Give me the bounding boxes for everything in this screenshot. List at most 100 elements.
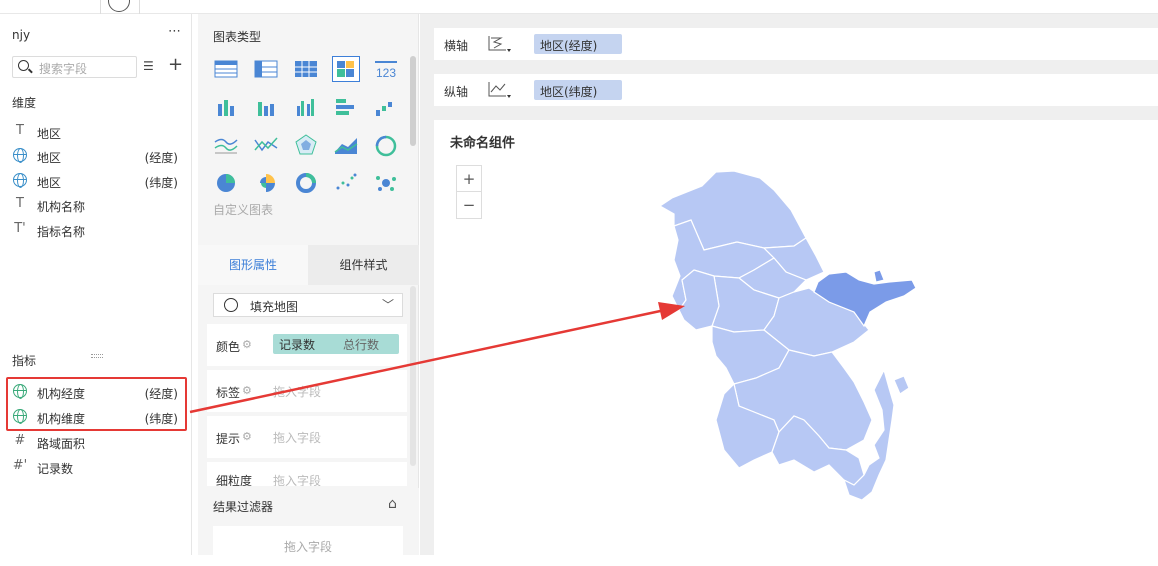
x-axis-label: 横轴: [444, 39, 469, 53]
dimension-field[interactable]: 地区 (纬度): [12, 170, 180, 192]
field-tag: (经度): [144, 151, 178, 165]
dimensions-title: 维度: [12, 96, 37, 110]
search-input[interactable]: 搜索字段: [12, 56, 137, 78]
properties-scrollbar[interactable]: [410, 286, 416, 466]
field-name: 地区: [37, 151, 62, 165]
number-icon: #': [12, 458, 28, 473]
chart-types-title: 图表类型: [213, 30, 262, 44]
field-tag: (纬度): [144, 176, 178, 190]
globe-icon: [13, 173, 27, 188]
tooltip-label: 提示: [216, 432, 241, 446]
granularity-property[interactable]: 细粒度 拖入字段: [207, 462, 407, 486]
pivot-chart-icon[interactable]: [252, 56, 280, 82]
tab-component-style[interactable]: 组件样式: [308, 245, 419, 285]
scatter-chart-icon[interactable]: [332, 170, 360, 196]
search-placeholder: 搜索字段: [39, 62, 88, 76]
top-bar: [0, 0, 1158, 14]
donut-chart-icon[interactable]: [292, 170, 320, 196]
text-icon: T: [16, 123, 24, 138]
svg-text:123: 123: [376, 66, 396, 80]
y-axis-label: 纵轴: [444, 85, 469, 99]
tooltip-property[interactable]: 提示 ⚙ 拖入字段: [207, 416, 407, 458]
field-name: 机构名称: [37, 200, 86, 214]
chart-area: 横轴 地区(经度) 纵轴 地区(纬度) 未命名组件 + −: [420, 14, 1158, 555]
drop-hint: 拖入字段: [273, 431, 322, 445]
x-axis-shelf[interactable]: 横轴 地区(经度): [434, 28, 1158, 60]
map-type-value: 填充地图: [250, 300, 299, 314]
map-chart-icon[interactable]: [332, 56, 360, 82]
field-name: 指标名称: [37, 225, 86, 239]
field-panel: njy ⋯ 搜索字段 ☰ + 维度 T 地区 地区 (经度) 地区 (纬度) T 机构名…: [0, 14, 192, 555]
crosstab-chart-icon[interactable]: [292, 56, 320, 82]
color-field-pill[interactable]: 记录数 总行数: [273, 334, 399, 354]
line-chart-icon[interactable]: [212, 132, 240, 158]
filter-drop-zone[interactable]: 拖入字段: [213, 526, 403, 566]
rose-chart-icon[interactable]: [252, 170, 280, 196]
chevron-down-icon: ﹀: [381, 298, 394, 312]
property-tabs: 图形属性 组件样式: [198, 245, 419, 285]
filled-map[interactable]: [434, 120, 1158, 555]
granularity-label: 细粒度: [216, 474, 253, 486]
highlight-box: [6, 377, 187, 431]
x-axis-field[interactable]: 地区(经度): [534, 34, 622, 54]
text-icon: T: [16, 196, 24, 211]
drop-hint: 拖入字段: [273, 474, 322, 486]
metric-field[interactable]: # 路域面积: [12, 431, 180, 453]
map-type-select[interactable]: 填充地图 ﹀: [213, 293, 403, 317]
metrics-title: 指标: [12, 354, 37, 368]
text-icon: T': [14, 221, 26, 236]
color-property[interactable]: 颜色 ⚙ 记录数 总行数: [207, 324, 407, 366]
color-label: 颜色: [216, 340, 241, 354]
stacked-bar-icon[interactable]: [212, 94, 240, 120]
color-field-secondary: 总行数: [343, 338, 380, 352]
globe-icon: [13, 148, 27, 163]
radar-chart-icon[interactable]: [292, 132, 320, 158]
search-icon: [18, 60, 29, 71]
axis-type-icon[interactable]: [486, 78, 512, 100]
field-name: 地区: [37, 127, 62, 141]
map-region-highlighted: [873, 269, 885, 283]
polyline-chart-icon[interactable]: [252, 132, 280, 158]
chart-config-panel: 图表类型 123 自定义图表 图形属性 组件样式 填充地图 ﹀ 颜色 ⚙ 记录数…: [198, 14, 419, 566]
gear-icon[interactable]: ⚙: [242, 430, 252, 443]
dimension-field[interactable]: T 机构名称: [12, 194, 180, 216]
waterfall-chart-icon[interactable]: [372, 94, 400, 120]
map-region: [893, 375, 910, 395]
result-filter: 结果过滤器 ⌂ 拖入字段: [198, 488, 419, 566]
tab-shape-properties[interactable]: 图形属性: [198, 245, 308, 285]
resize-handle[interactable]: [91, 354, 103, 358]
more-icon[interactable]: ⋯: [168, 24, 181, 39]
sort-icon[interactable]: ☰: [143, 59, 154, 73]
table-chart-icon[interactable]: [212, 56, 240, 82]
chart-canvas: 未命名组件 + −: [434, 120, 1158, 555]
drop-hint: 拖入字段: [273, 385, 322, 399]
pie-chart-icon[interactable]: [212, 170, 240, 196]
dimension-field[interactable]: 地区 (经度): [12, 145, 180, 167]
axis-type-icon[interactable]: [486, 32, 512, 54]
y-axis-shelf[interactable]: 纵轴 地区(纬度): [434, 74, 1158, 106]
add-icon[interactable]: +: [168, 54, 183, 75]
dimension-field[interactable]: T 地区: [12, 121, 180, 143]
gear-icon[interactable]: ⚙: [242, 338, 252, 351]
dimension-field[interactable]: T' 指标名称: [12, 219, 180, 241]
grouped-bar-icon[interactable]: [292, 94, 320, 120]
hbar-chart-icon[interactable]: [332, 94, 360, 120]
field-name: 路域面积: [37, 437, 86, 451]
brush-icon[interactable]: ⌂: [388, 496, 397, 512]
field-name: 记录数: [37, 462, 74, 476]
label-property[interactable]: 标签 ⚙ 拖入字段: [207, 370, 407, 412]
bar-chart-icon[interactable]: [252, 94, 280, 120]
filter-title: 结果过滤器: [213, 500, 274, 514]
area-chart-icon[interactable]: [332, 132, 360, 158]
number-chart-icon[interactable]: 123: [372, 56, 400, 82]
custom-chart-label[interactable]: 自定义图表: [213, 201, 273, 218]
y-axis-field[interactable]: 地区(纬度): [534, 80, 622, 100]
chart-types-scrollbar[interactable]: [410, 56, 416, 146]
label-label: 标签: [216, 386, 241, 400]
field-name: 地区: [37, 176, 62, 190]
globe-icon: [224, 298, 238, 312]
gear-icon[interactable]: ⚙: [242, 384, 252, 397]
metric-field[interactable]: #' 记录数: [12, 456, 180, 478]
gauge-chart-icon[interactable]: [372, 132, 400, 158]
bubble-chart-icon[interactable]: [372, 170, 400, 196]
